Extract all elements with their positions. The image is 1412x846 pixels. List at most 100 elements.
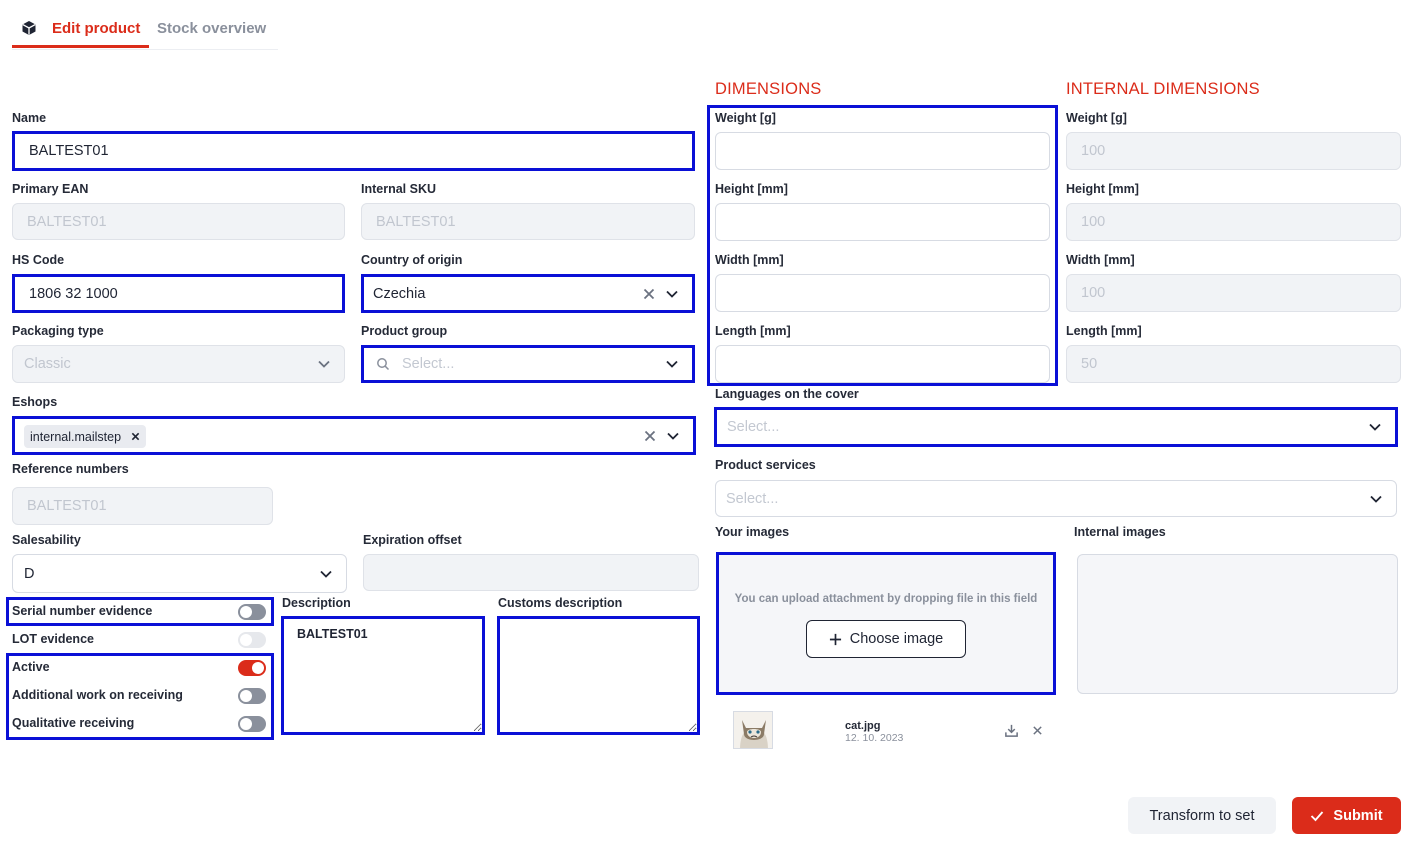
transform-to-set-label: Transform to set [1149,807,1255,824]
chevron-down-icon [318,360,330,368]
customs-description-label: Customs description [498,596,623,610]
product-services-placeholder: Select... [726,490,779,507]
internal-length-label: Length [mm] [1066,324,1142,338]
expiration-offset-input [363,554,699,591]
additional-work-toggle[interactable] [238,688,266,704]
serial-number-evidence-label: Serial number evidence [12,604,153,618]
tab-edit-product[interactable]: Edit product [52,20,140,37]
chevron-down-icon[interactable] [664,286,680,302]
check-icon [1311,810,1324,821]
chevron-down-icon[interactable] [318,566,334,582]
languages-label: Languages on the cover [715,387,859,401]
primary-ean-value: BALTEST01 [27,213,107,230]
internal-images-box [1077,554,1398,694]
country-of-origin-label: Country of origin [361,253,463,267]
eshops-select[interactable]: internal.mailstep [12,416,696,455]
dropzone-hint: You can upload attachment by dropping fi… [734,593,1038,605]
internal-weight-value: 100 [1081,143,1106,159]
salesability-label: Salesability [12,533,81,547]
primary-ean-input: BALTEST01 [12,203,345,240]
languages-placeholder: Select... [727,419,780,435]
lot-evidence-toggle [238,632,266,648]
qualitative-receiving-toggle[interactable] [238,716,266,732]
packaging-type-select: Classic [12,345,345,383]
additional-work-label: Additional work on receiving [12,688,183,702]
languages-select[interactable]: Select... [714,407,1398,447]
search-icon [377,358,390,371]
internal-width-input: 100 [1066,274,1401,312]
product-services-label: Product services [715,458,816,472]
internal-length-value: 50 [1081,356,1098,372]
weight-input[interactable] [715,132,1050,170]
clear-icon[interactable] [643,429,657,443]
height-input[interactable] [715,203,1050,241]
name-input[interactable]: BALTEST01 [12,131,695,171]
internal-height-label: Height [mm] [1066,182,1139,196]
reference-numbers-input: BALTEST01 [12,487,273,525]
internal-weight-input: 100 [1066,132,1401,170]
internal-dimensions-title: INTERNAL DIMENSIONS [1066,80,1260,98]
salesability-value: D [24,565,35,582]
internal-height-input: 100 [1066,203,1401,241]
internal-images-label: Internal images [1074,525,1166,539]
image-thumbnail[interactable] [733,711,773,749]
chevron-down-icon[interactable] [664,356,680,372]
description-label: Description [282,596,351,610]
choose-image-label: Choose image [849,631,944,647]
chevron-down-icon[interactable] [1367,419,1383,435]
name-value: BALTEST01 [29,143,109,159]
choose-image-button[interactable]: Choose image [806,620,966,658]
qualitative-receiving-label: Qualitative receiving [12,716,135,730]
transform-to-set-button[interactable]: Transform to set [1128,797,1276,834]
cat-image-icon [734,712,772,748]
salesability-select[interactable]: D [12,554,347,593]
customs-description-textarea[interactable] [497,616,700,735]
tab-edit-product-underline [12,45,149,48]
active-label: Active [12,660,50,674]
product-services-select[interactable]: Select... [715,480,1397,517]
packaging-type-label: Packaging type [12,324,104,338]
eshops-label: Eshops [12,395,58,409]
width-label: Width [mm] [715,253,784,267]
plus-icon [829,633,841,645]
internal-height-value: 100 [1081,214,1106,230]
chevron-down-icon[interactable] [1368,491,1384,507]
internal-width-value: 100 [1081,285,1106,301]
internal-sku-input: BALTEST01 [361,203,695,240]
country-of-origin-value: Czechia [373,285,426,302]
internal-sku-label: Internal SKU [361,182,437,196]
length-input[interactable] [715,345,1050,383]
description-textarea[interactable]: BALTEST01 [281,616,485,735]
hs-code-input[interactable]: 1806 32 1000 [12,274,345,313]
product-group-placeholder: Select... [402,356,455,372]
lot-evidence-label: LOT evidence [12,632,94,646]
clear-icon[interactable] [642,287,656,301]
serial-number-evidence-toggle[interactable] [238,604,266,620]
width-input[interactable] [715,274,1050,312]
chevron-down-icon[interactable] [665,428,681,444]
file-date: 12. 10. 2023 [845,732,904,744]
reference-numbers-value: BALTEST01 [27,498,107,514]
weight-label: Weight [g] [715,111,776,125]
remove-file-icon[interactable] [1032,725,1043,736]
internal-length-input: 50 [1066,345,1401,383]
download-icon[interactable] [1004,723,1019,738]
box-icon [22,21,36,35]
image-dropzone[interactable]: You can upload attachment by dropping fi… [716,552,1056,695]
hs-code-label: HS Code [12,253,65,267]
country-of-origin-select[interactable]: Czechia [361,274,695,313]
tab-stock-overview[interactable]: Stock overview [157,20,266,37]
your-images-label: Your images [715,525,790,539]
hs-code-value: 1806 32 1000 [29,285,118,302]
primary-ean-label: Primary EAN [12,182,89,196]
active-toggle[interactable] [238,660,266,676]
reference-numbers-label: Reference numbers [12,462,129,476]
submit-button[interactable]: Submit [1292,797,1401,834]
length-label: Length [mm] [715,324,791,338]
dimensions-title: DIMENSIONS [715,80,822,98]
product-group-select[interactable]: Select... [361,345,695,383]
file-name: cat.jpg [845,720,881,732]
remove-tag-icon[interactable] [131,432,140,441]
eshop-tag: internal.mailstep [24,425,147,448]
internal-sku-value: BALTEST01 [376,213,456,230]
